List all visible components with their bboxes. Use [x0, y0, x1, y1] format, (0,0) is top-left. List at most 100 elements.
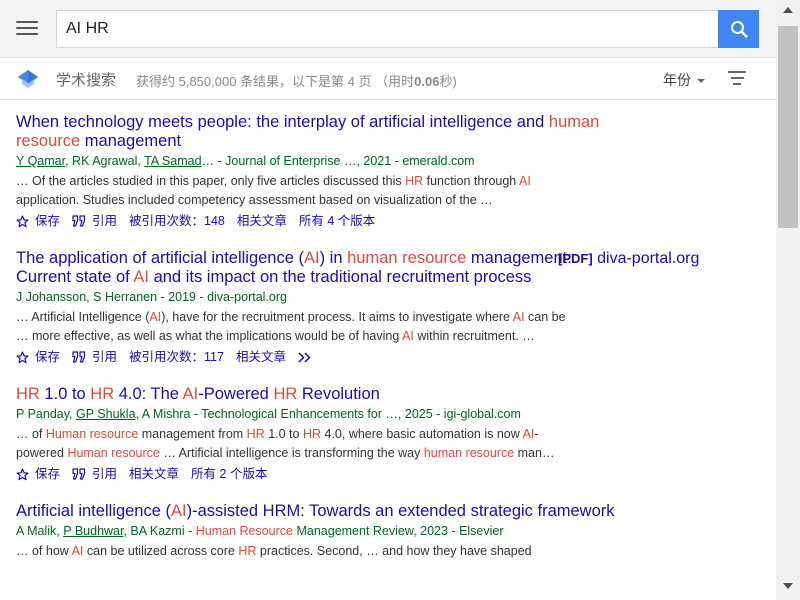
cite-action[interactable]: 引用 [72, 212, 117, 230]
action-label[interactable]: 被引用次数：148 [129, 212, 225, 230]
author-link[interactable]: TA Samad [144, 154, 201, 168]
double-chevron-right-icon [298, 351, 319, 363]
more-action[interactable] [298, 351, 319, 363]
result-snippet: … Of the articles studied in this paper,… [16, 172, 576, 210]
meta-text: , RK Agrawal, [65, 154, 145, 168]
result-snippet: … Artificial Intelligence (AI), have for… [16, 308, 576, 346]
title-highlight[interactable]: human resource [347, 249, 466, 267]
action-link[interactable]: 相关文章 [129, 465, 179, 483]
action-link[interactable]: 被引用次数：148 [129, 212, 225, 230]
save-action[interactable]: 保存 [16, 348, 60, 366]
top-search-bar [0, 0, 776, 58]
action-label[interactable]: 引用 [92, 465, 117, 483]
year-filter-dropdown[interactable]: 年份 [663, 70, 705, 90]
title-text[interactable]: management [80, 132, 181, 150]
snippet-highlight: Human resource [45, 427, 139, 441]
result-snippet: … of how AI can be utilized across core … [16, 542, 576, 561]
snippet-text: can be utilized across core [83, 544, 239, 558]
save-action[interactable]: 保存 [16, 465, 60, 483]
title-highlight[interactable]: HR [16, 385, 40, 403]
title-text[interactable]: and its impact on the traditional recrui… [149, 268, 532, 286]
title-text[interactable]: When technology meets people: the interp… [16, 113, 549, 131]
action-label[interactable]: 所有 2 个版本 [191, 465, 267, 483]
brand-label[interactable]: 学术搜索 [56, 69, 116, 90]
result-title-link[interactable]: Artificial intelligence (AI)-assisted HR… [16, 502, 622, 521]
title-text[interactable]: Revolution [297, 385, 380, 403]
title-text[interactable]: Artificial intelligence ( [16, 502, 171, 520]
action-label[interactable]: 相关文章 [236, 348, 286, 366]
snippet-text: management from [138, 427, 247, 441]
results-list: When technology meets people: the interp… [16, 113, 736, 580]
author-link[interactable]: Y Qamar [16, 154, 65, 168]
scroll-up-arrow-icon[interactable] [776, 0, 800, 20]
snippet-highlight: AI [522, 427, 535, 441]
snippet-highlight: HR [238, 544, 257, 558]
title-highlight[interactable]: AI [133, 268, 149, 286]
meta-text: , BA Kazmi - [123, 524, 196, 538]
snippet-highlight: Human resource [67, 446, 160, 460]
pdf-link[interactable]: [PDF] diva-portal.org [558, 250, 699, 268]
meta-text: … - Journal of Enterprise …, 2021 - emer… [201, 154, 475, 168]
vertical-scrollbar[interactable] [776, 0, 800, 600]
action-label[interactable]: 引用 [92, 348, 117, 366]
results-header: 学术搜索 获得约 5,850,000 条结果，以下是第 4 页 （用时0.06秒… [0, 58, 776, 100]
scroll-down-arrow-icon[interactable] [776, 576, 800, 596]
snippet-text: 4.0, where basic automation is now [321, 427, 523, 441]
star-outline-icon [16, 350, 35, 364]
title-text[interactable]: ) in [320, 249, 348, 267]
action-link[interactable]: 所有 2 个版本 [191, 465, 267, 483]
meta-text: Human Resource [195, 524, 293, 538]
snippet-highlight: AI [519, 174, 531, 188]
title-highlight[interactable]: AI [171, 502, 187, 520]
action-link[interactable]: 相关文章 [236, 348, 286, 366]
action-label[interactable]: 被引用次数：117 [129, 348, 224, 366]
action-label[interactable]: 保存 [35, 348, 60, 366]
action-link[interactable]: 所有 4 个版本 [299, 212, 375, 230]
result-actions: 保存 引用 被引用次数：148 相关文章 所有 4 个版本 [16, 212, 736, 230]
result-actions: 保存 引用 被引用次数：117 相关文章 [16, 348, 736, 366]
title-text[interactable]: 1.0 to [40, 385, 90, 403]
title-highlight[interactable]: HR [273, 385, 297, 403]
snippet-highlight: AI [149, 310, 162, 324]
title-text[interactable]: 4.0: The [114, 385, 183, 403]
search-button[interactable] [718, 10, 759, 48]
result-meta: J Johansson, S Herranen - 2019 - diva-po… [16, 288, 736, 306]
action-label[interactable]: 所有 4 个版本 [299, 212, 375, 230]
pdf-site[interactable]: diva-portal.org [597, 250, 699, 267]
action-label[interactable]: 引用 [92, 212, 117, 230]
title-text[interactable]: )-assisted HRM: Towards an extended stra… [187, 502, 615, 520]
snippet-text: … Artificial intelligence is transformin… [159, 446, 424, 460]
action-link[interactable]: 相关文章 [237, 212, 287, 230]
action-label[interactable]: 保存 [35, 212, 60, 230]
hamburger-menu-icon[interactable] [16, 18, 38, 40]
filter-lines-icon[interactable] [728, 71, 746, 85]
action-label[interactable]: 相关文章 [237, 212, 287, 230]
title-highlight[interactable]: AI [183, 385, 199, 403]
search-input[interactable] [56, 10, 719, 48]
result-stats: 获得约 5,850,000 条结果，以下是第 4 页 （用时0.06秒) [136, 74, 457, 89]
scholar-cap-icon[interactable] [17, 67, 39, 89]
save-action[interactable]: 保存 [16, 212, 60, 230]
action-label[interactable]: 保存 [35, 465, 60, 483]
quote-icon [72, 468, 92, 480]
title-highlight[interactable]: AI [304, 249, 320, 267]
result-actions: 保存 引用 相关文章 所有 2 个版本 [16, 465, 736, 483]
title-highlight[interactable]: HR [90, 385, 114, 403]
cite-action[interactable]: 引用 [72, 348, 117, 366]
result-item: When technology meets people: the interp… [16, 113, 736, 230]
author-link[interactable]: P Budhwar [63, 524, 123, 538]
snippet-text: … of how [16, 544, 72, 558]
author-link[interactable]: GP Shukla [76, 407, 136, 421]
action-label[interactable]: 相关文章 [129, 465, 179, 483]
cite-action[interactable]: 引用 [72, 465, 117, 483]
dropdown-caret-icon [697, 79, 705, 84]
result-title-link[interactable]: When technology meets people: the interp… [16, 113, 622, 151]
action-link[interactable]: 被引用次数：117 [129, 348, 224, 366]
title-text[interactable]: -Powered [198, 385, 273, 403]
pdf-tag[interactable]: [PDF] [558, 251, 593, 266]
title-text[interactable]: The application of artificial intelligen… [16, 249, 304, 267]
snippet-highlight: AI [71, 544, 84, 558]
result-title-link[interactable]: HR 1.0 to HR 4.0: The AI-Powered HR Revo… [16, 385, 622, 404]
scrollbar-thumb[interactable] [778, 26, 798, 228]
result-title-link[interactable]: The application of artificial intelligen… [16, 249, 622, 287]
